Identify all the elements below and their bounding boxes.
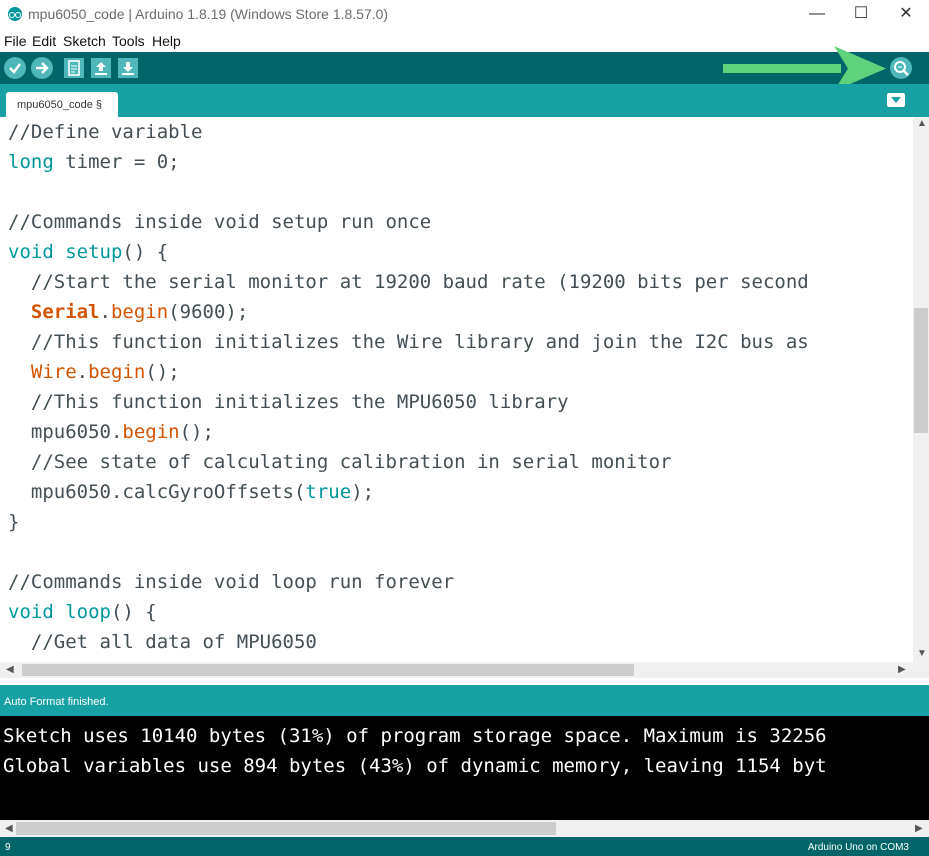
status-message: Auto Format finished. bbox=[4, 696, 109, 708]
code-line[interactable]: mpu6050.begin(); bbox=[8, 417, 214, 447]
code-line[interactable]: } bbox=[8, 507, 19, 537]
upload-icon bbox=[36, 62, 49, 74]
code-token: mpu6050. bbox=[8, 421, 123, 443]
scrollbar-corner bbox=[913, 662, 929, 678]
close-button[interactable]: ✕ bbox=[883, 0, 929, 30]
code-token: true bbox=[305, 481, 352, 503]
code-token: //This function initializes the MPU6050 … bbox=[8, 391, 569, 413]
open-icon bbox=[95, 62, 107, 75]
menu-help[interactable]: Help bbox=[152, 33, 181, 49]
code-token: (); bbox=[179, 421, 214, 443]
new-button[interactable] bbox=[64, 58, 84, 78]
arduino-logo-icon bbox=[8, 7, 22, 21]
console-line: Sketch uses 10140 bytes (31%) of program… bbox=[3, 725, 827, 747]
code-line[interactable]: //Commands inside void setup run once bbox=[8, 207, 431, 237]
code-token: //Start the serial monitor at 19200 baud… bbox=[8, 271, 809, 293]
scroll-down-icon[interactable]: ▼ bbox=[917, 648, 927, 659]
code-token: //Define variable bbox=[8, 121, 203, 143]
code-token: //Commands inside void loop run forever bbox=[8, 571, 455, 593]
code-line[interactable]: //This function initializes the Wire lib… bbox=[8, 327, 809, 357]
code-token: timer = 0; bbox=[53, 151, 180, 173]
code-line[interactable]: //Commands inside void loop run forever bbox=[8, 567, 454, 597]
tab-strip bbox=[0, 84, 929, 117]
new-icon bbox=[68, 60, 80, 76]
code-token: mpu6050.calcGyroOffsets( bbox=[8, 481, 306, 503]
code-line[interactable]: void setup() { bbox=[8, 237, 168, 267]
console-line: Global variables use 894 bytes (43%) of … bbox=[3, 755, 827, 777]
tab-label: mpu6050_code § bbox=[17, 99, 103, 111]
code-token: void bbox=[8, 601, 54, 623]
line-number: 9 bbox=[5, 842, 11, 853]
scroll-right-icon[interactable]: ▶ bbox=[898, 664, 906, 675]
code-line[interactable]: //Start the serial monitor at 19200 baud… bbox=[8, 267, 809, 297]
menu-tools[interactable]: Tools bbox=[112, 33, 145, 49]
verify-icon bbox=[9, 63, 21, 74]
menu-edit[interactable]: Edit bbox=[32, 33, 56, 49]
serial-monitor-icon bbox=[894, 61, 909, 76]
footer-bar bbox=[0, 837, 929, 856]
code-token: Wire bbox=[30, 361, 77, 383]
code-line[interactable]: long timer = 0; bbox=[8, 147, 180, 177]
upload-button[interactable] bbox=[31, 57, 53, 79]
console-scroll-right-icon[interactable]: ▶ bbox=[915, 823, 923, 834]
window-title: mpu6050_code | Arduino 1.8.19 (Windows S… bbox=[28, 6, 389, 22]
minimize-button[interactable]: — bbox=[794, 0, 840, 30]
verify-button[interactable] bbox=[4, 57, 26, 79]
code-token: long bbox=[8, 151, 54, 173]
code-token: begin bbox=[122, 421, 180, 443]
console-scroll-left-icon[interactable]: ◀ bbox=[5, 823, 13, 834]
serial-monitor-button[interactable] bbox=[890, 57, 912, 79]
code-token: loop bbox=[65, 601, 111, 623]
chevron-down-icon bbox=[891, 97, 901, 103]
code-token: } bbox=[8, 511, 20, 533]
code-token: void bbox=[8, 241, 54, 263]
save-icon bbox=[122, 62, 134, 75]
code-line[interactable]: Wire.begin(); bbox=[8, 357, 180, 387]
menu-sketch[interactable]: Sketch bbox=[63, 33, 106, 49]
menu-file[interactable]: File bbox=[4, 33, 27, 49]
editor-horizontal-scroll-thumb[interactable] bbox=[22, 664, 634, 676]
code-token: (); bbox=[145, 361, 180, 383]
code-token: begin bbox=[110, 301, 169, 323]
scroll-left-icon[interactable]: ◀ bbox=[6, 664, 14, 675]
open-button[interactable] bbox=[91, 58, 111, 78]
code-token: setup bbox=[65, 241, 123, 263]
code-token: begin bbox=[88, 361, 146, 383]
maximize-button[interactable]: ☐ bbox=[838, 0, 884, 30]
tab-menu-button[interactable] bbox=[887, 93, 905, 107]
scroll-up-icon[interactable]: ▲ bbox=[917, 118, 927, 129]
code-token: () { bbox=[122, 241, 169, 263]
code-token: Serial bbox=[30, 301, 100, 323]
code-editor[interactable]: //Define variable long timer = 0; //Comman… bbox=[0, 117, 913, 662]
code-token: ); bbox=[351, 481, 375, 503]
code-token: //See state of calculating calibration i… bbox=[8, 451, 672, 473]
code-line[interactable]: //Get all data of MPU6050 bbox=[8, 627, 317, 657]
code-line[interactable]: void loop() { bbox=[8, 597, 157, 627]
code-token: () { bbox=[110, 601, 157, 623]
code-line[interactable]: Serial.begin(9600); bbox=[8, 297, 248, 327]
console-output: Sketch uses 10140 bytes (31%) of program… bbox=[0, 716, 929, 820]
code-token: //Commands inside void setup run once bbox=[8, 211, 432, 233]
code-token: . bbox=[76, 361, 89, 383]
code-token: //This function initializes the Wire lib… bbox=[8, 331, 809, 353]
code-line[interactable]: //Define variable bbox=[8, 117, 202, 147]
editor-vertical-scroll-thumb[interactable] bbox=[914, 308, 928, 433]
status-bar bbox=[0, 685, 929, 716]
code-line[interactable]: mpu6050.calcGyroOffsets(true); bbox=[8, 477, 374, 507]
board-port-label: Arduino Uno on COM3 bbox=[807, 842, 909, 853]
code-line[interactable]: //This function initializes the MPU6050 … bbox=[8, 387, 569, 417]
save-button[interactable] bbox=[118, 58, 138, 78]
code-line[interactable]: //See state of calculating calibration i… bbox=[8, 447, 672, 477]
console-horizontal-scroll-thumb[interactable] bbox=[16, 822, 556, 835]
code-token: . bbox=[99, 301, 111, 323]
code-token: (9600); bbox=[168, 301, 249, 323]
code-token: //Get all data of MPU6050 bbox=[8, 631, 317, 653]
